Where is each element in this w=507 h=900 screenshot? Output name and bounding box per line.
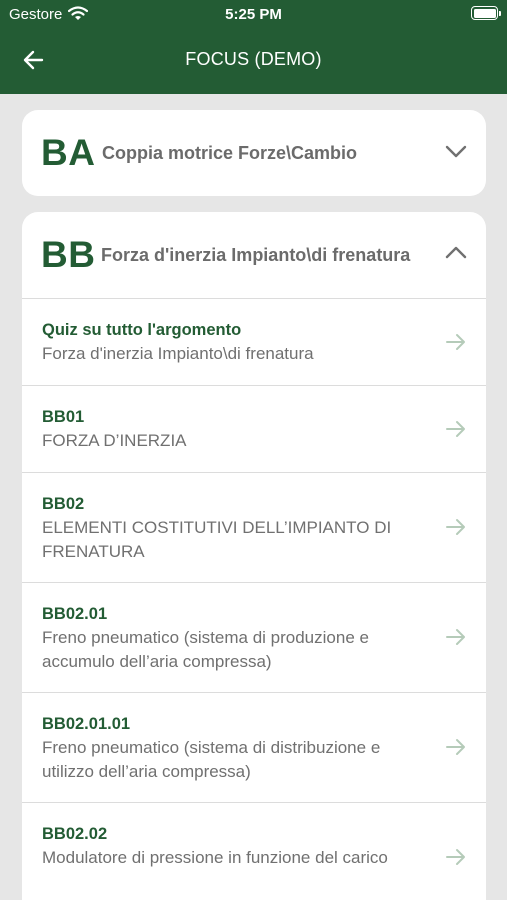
section-card-bb: BB Forza d'inerzia Impianto\di frenatura… [22,212,486,900]
arrow-right-icon [446,519,465,535]
list-item-bb02[interactable]: BB02 ELEMENTI COSTITUTIVI DELL’IMPIANTO … [22,472,486,582]
page-title: FOCUS (DEMO) [185,49,322,69]
list-item-subtitle: Freno pneumatico (sistema di distribuzio… [42,738,381,781]
list-item-bb01[interactable]: BB01 FORZA D’INERZIA [22,385,486,472]
clock: 5:25 PM [225,6,282,23]
list-item-title: BB02.02 [42,825,108,843]
list-item-title: BB02 [42,495,85,513]
list-item-bb02-02[interactable]: BB02.02 Modulatore di pressione in funzi… [22,802,486,900]
section-code: BA [41,132,96,173]
list-item-quiz-all[interactable]: Quiz su tutto l'argomento Forza d'inerzi… [22,298,486,385]
arrow-right-icon [446,421,465,437]
section-header-bb[interactable]: BB Forza d'inerzia Impianto\di frenatura [22,212,486,298]
section-code: BB [41,234,96,275]
arrow-right-icon [446,739,465,755]
section-title: Forza d'inerzia Impianto\di frenatura [101,245,411,265]
status-bar: Gestore 5:25 PM [0,0,507,28]
section-card-ba: BA Coppia motrice Forze\Cambio [22,110,486,196]
list-item-subtitle: Modulatore di pressione in funzione del … [42,848,388,867]
list-item-bb02-01-01[interactable]: BB02.01.01 Freno pneumatico (sistema di … [22,692,486,802]
list-item-bb02-01[interactable]: BB02.01 Freno pneumatico (sistema di pro… [22,582,486,692]
section-header-ba[interactable]: BA Coppia motrice Forze\Cambio [22,110,486,196]
list-item-subtitle: ELEMENTI COSTITUTIVI DELL’IMPIANTO DI FR… [42,518,392,561]
list-item-subtitle: FORZA D’INERZIA [42,431,187,450]
list-item-title: BB02.01.01 [42,715,131,733]
arrow-right-icon [446,629,465,645]
list-item-title: BB02.01 [42,605,108,623]
app-header: Gestore 5:25 PM FOCUS (DEMO) [0,0,507,94]
battery-cap [499,11,501,16]
battery-icon [471,6,498,20]
list-item-title: BB01 [42,408,85,426]
arrow-right-icon [446,849,465,865]
list-item-subtitle: Freno pneumatico (sistema di produzione … [42,628,369,671]
list-item-title: Quiz su tutto l'argomento [42,321,242,339]
section-title: Coppia motrice Forze\Cambio [102,143,358,163]
chevron-down-icon[interactable] [444,143,468,159]
arrow-right-icon [446,334,465,350]
list-item-subtitle: Forza d'inerzia Impianto\di frenatura [42,344,314,363]
chevron-up-icon[interactable] [444,245,468,261]
